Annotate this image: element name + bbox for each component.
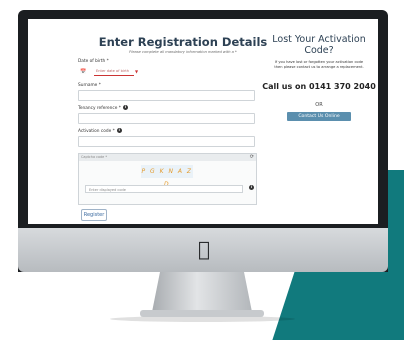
monitor-stand-base bbox=[140, 310, 264, 317]
form-title: Enter Registration Details bbox=[98, 35, 268, 49]
tenancy-label-text: Tenancy reference * bbox=[78, 106, 121, 111]
captcha-header: Captcha code * ⟳ bbox=[79, 154, 256, 161]
sidebar-title: Lost Your Activation Code? bbox=[272, 34, 366, 56]
activation-input[interactable] bbox=[78, 136, 255, 147]
info-icon[interactable]: i bbox=[122, 105, 128, 110]
captcha-image: P G K N A Z D bbox=[141, 165, 193, 188]
captcha-input[interactable]: Enter displayed code bbox=[85, 185, 243, 193]
dob-dropdown-icon[interactable]: ▼ bbox=[135, 69, 138, 74]
registration-form: Enter Registration Details Please comple… bbox=[78, 19, 288, 224]
monitor-screen: Enter Registration Details Please comple… bbox=[28, 19, 378, 224]
tenancy-input[interactable] bbox=[78, 113, 255, 124]
monitor-stand bbox=[152, 272, 252, 312]
register-button[interactable]: Register bbox=[81, 209, 107, 221]
apple-logo-icon:  bbox=[193, 238, 215, 260]
sidebar-text: If you have lost or forgotten your activ… bbox=[274, 60, 364, 69]
info-icon[interactable]: i bbox=[249, 185, 254, 190]
captcha-panel: Captcha code * ⟳ P G K N A Z D Enter disp… bbox=[78, 153, 257, 205]
phone-number[interactable]: Call us on 0141 370 2040 bbox=[260, 82, 378, 91]
surname-label: Surname * bbox=[78, 83, 101, 88]
surname-input[interactable] bbox=[78, 90, 255, 101]
tenancy-label: Tenancy reference * i bbox=[78, 105, 128, 111]
activation-label: Activation code * i bbox=[78, 128, 122, 134]
captcha-header-text: Captcha code * bbox=[81, 155, 108, 159]
lost-code-panel: Lost Your Activation Code? If you have l… bbox=[260, 19, 378, 224]
or-separator: OR bbox=[315, 102, 323, 108]
refresh-icon[interactable]: ⟳ bbox=[250, 154, 254, 161]
contact-us-button[interactable]: Contact Us Online bbox=[287, 112, 351, 121]
activation-label-text: Activation code * bbox=[78, 129, 115, 134]
form-subtitle: Please complete all mandatory informatio… bbox=[129, 50, 237, 54]
info-icon[interactable]: i bbox=[116, 128, 122, 133]
dob-input[interactable]: Enter date of birth bbox=[94, 67, 134, 76]
calendar-icon[interactable]: 📅 bbox=[80, 69, 86, 75]
dob-label: Date of birth * bbox=[78, 59, 109, 64]
